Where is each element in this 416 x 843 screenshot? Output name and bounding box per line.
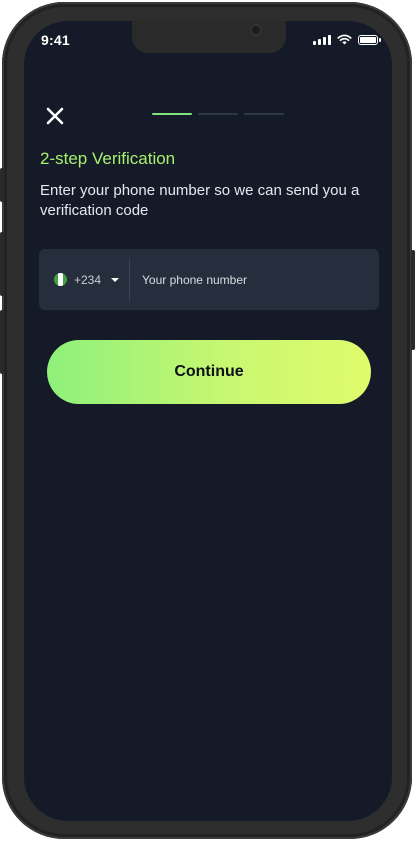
progress-step-2 xyxy=(198,113,238,115)
battery-icon xyxy=(358,34,381,45)
power-button xyxy=(411,250,415,350)
cellular-signal-icon xyxy=(313,34,331,45)
chevron-down-icon xyxy=(111,277,120,282)
country-code-dropdown[interactable]: +234 xyxy=(39,249,129,310)
progress-step-1 xyxy=(152,113,192,115)
screen: 9:41 2-step Verification Enter your phon… xyxy=(24,21,392,821)
page-title: 2-step Verification xyxy=(40,149,176,168)
page-subtitle: Enter your phone number so we can send y… xyxy=(40,182,360,219)
notch xyxy=(132,21,286,53)
progress-step-3 xyxy=(244,113,284,115)
continue-button[interactable]: Continue xyxy=(47,340,371,404)
wifi-icon xyxy=(337,34,352,45)
front-camera xyxy=(252,26,260,34)
status-icons xyxy=(313,34,381,45)
close-button[interactable] xyxy=(40,101,70,131)
dial-code: +234 xyxy=(74,272,102,287)
silent-switch xyxy=(0,168,4,202)
step-progress-indicator xyxy=(152,113,284,115)
nigeria-flag-icon xyxy=(54,273,67,286)
volume-up-button xyxy=(0,232,4,296)
phone-number-input-group: +234 xyxy=(39,248,379,311)
phone-number-field[interactable] xyxy=(130,248,379,311)
status-time: 9:41 xyxy=(41,32,70,48)
close-icon xyxy=(46,107,64,125)
volume-down-button xyxy=(0,310,4,374)
